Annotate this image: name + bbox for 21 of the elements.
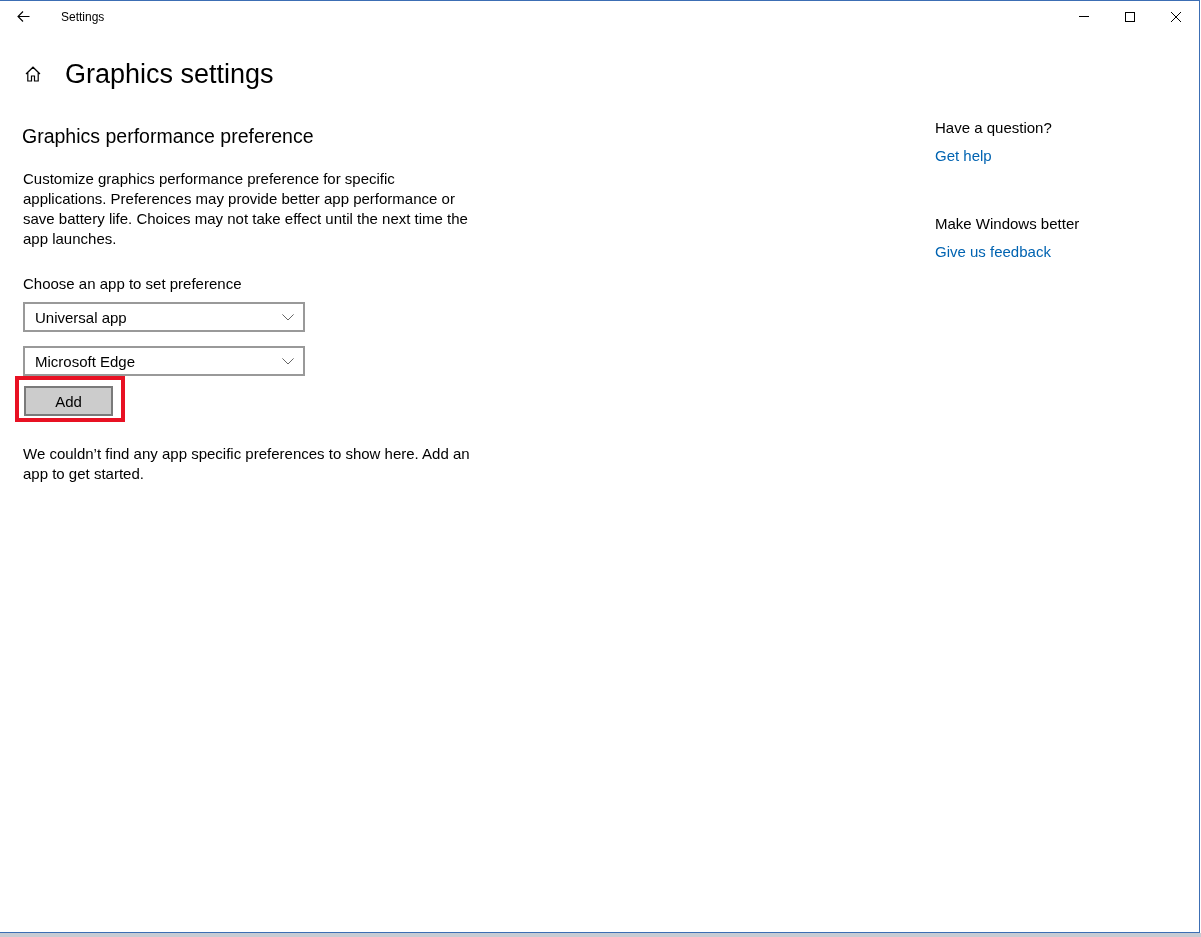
close-icon xyxy=(1171,11,1181,22)
choose-app-label: Choose an app to set preference xyxy=(23,274,243,294)
help-heading: Make Windows better xyxy=(935,214,1080,234)
arrow-left-icon xyxy=(16,11,30,22)
empty-message: We couldn’t find any app specific preferences to show here. Add an app to get started. xyxy=(23,444,471,484)
window-title: Settings xyxy=(61,9,105,24)
chevron-down-icon xyxy=(282,313,294,321)
description-text: Customize graphics performance preference for specific applications. Preferences may provide better app performance or save battery life. Choices may not take effect until the next time the app launches. xyxy=(23,169,469,249)
home-icon xyxy=(25,66,41,82)
minimize-icon xyxy=(1079,16,1089,17)
add-button[interactable]: Add xyxy=(24,386,113,416)
help-link[interactable]: Get help xyxy=(935,146,992,166)
page-title: Graphics settings xyxy=(65,58,274,91)
maximize-icon xyxy=(1125,11,1135,22)
chevron-down-icon xyxy=(282,357,294,365)
help-heading: Have a question? xyxy=(935,118,1052,138)
app-dropdown[interactable]: Microsoft Edge xyxy=(23,346,305,376)
home-button[interactable] xyxy=(25,66,41,82)
section-heading: Graphics performance preference xyxy=(22,124,315,148)
app-dropdown[interactable]: Universal app xyxy=(23,302,305,332)
help-link[interactable]: Give us feedback xyxy=(935,242,1051,262)
